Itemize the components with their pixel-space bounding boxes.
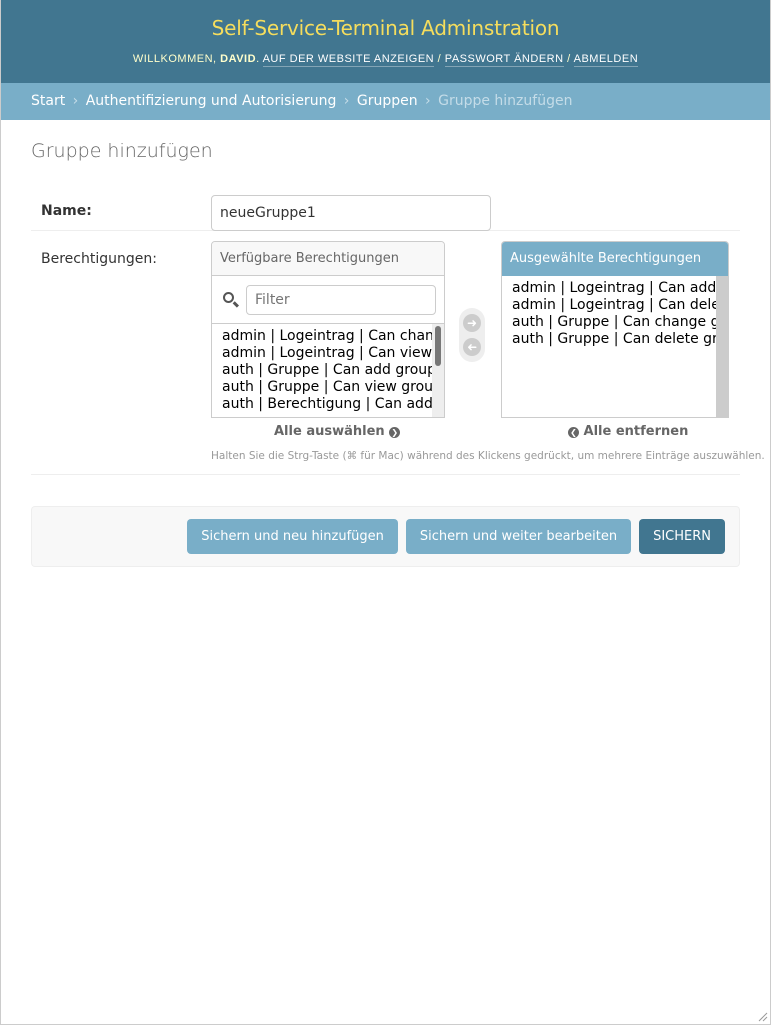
available-permissions-title: Verfügbare Berechtigungen xyxy=(212,242,444,276)
chosen-permissions-list[interactable]: admin | Logeintrag | Can add log entry a… xyxy=(502,276,728,417)
list-item[interactable]: auth | Gruppe | Can view group xyxy=(222,379,442,396)
resize-grip-icon[interactable] xyxy=(756,1010,768,1022)
breadcrumb-separator: › xyxy=(425,93,431,109)
list-item[interactable]: auth | Gruppe | Can add group xyxy=(222,362,436,379)
breadcrumb-auth[interactable]: Authentifizierung und Autorisierung xyxy=(86,93,337,109)
available-scrollbar[interactable] xyxy=(432,324,444,417)
permissions-label: Berechtigungen: xyxy=(41,251,157,267)
separator: / xyxy=(567,53,571,65)
breadcrumb-separator: › xyxy=(343,93,350,109)
change-password-link[interactable]: Passwort ändern xyxy=(444,53,564,67)
breadcrumb-current: Gruppe hinzufügen xyxy=(438,93,573,109)
chosen-scrollbar[interactable] xyxy=(716,276,728,417)
content: Gruppe hinzufügen Name: Berechtigungen: … xyxy=(1,120,770,567)
list-item[interactable]: admin | Logeintrag | Can add log entry xyxy=(512,280,728,297)
site-name: Self-Service-Terminal Adminstration xyxy=(211,16,560,40)
breadcrumb-separator: › xyxy=(72,93,79,109)
available-permissions-list[interactable]: admin | Logeintrag | Can change log entr… xyxy=(212,324,444,417)
separator: / xyxy=(437,53,442,65)
list-item[interactable]: admin | Logeintrag | Can delete log entr… xyxy=(512,297,728,314)
user-tools: Willkommen, David. Auf der Website anzei… xyxy=(132,53,639,67)
save-and-add-button[interactable]: Sichern und neu hinzufügen xyxy=(187,519,398,554)
save-button[interactable]: Sichern xyxy=(639,519,725,554)
remove-all-label: Alle entfernen xyxy=(583,424,689,439)
list-item[interactable]: admin | Logeintrag | Can change log entr… xyxy=(222,328,444,345)
chosen-permissions-title: Ausgewählte Berechtigungen xyxy=(502,242,728,276)
permissions-row: Berechtigungen: Verfügbare Berechtigunge… xyxy=(31,231,765,475)
search-icon xyxy=(220,289,240,311)
add-arrow-icon[interactable]: ➜ xyxy=(463,314,481,332)
header: Self-Service-Terminal Adminstration Will… xyxy=(1,0,770,83)
chosen-permissions-box: Ausgewählte Berechtigungen admin | Logei… xyxy=(501,241,729,418)
help-text: Halten Sie die Strg-Taste (⌘ für Mac) wä… xyxy=(211,450,765,462)
logout-link[interactable]: Abmelden xyxy=(573,53,639,67)
list-item[interactable]: auth | Gruppe | Can change group xyxy=(512,314,728,331)
list-item[interactable]: admin | Logeintrag | Can view log entry xyxy=(222,345,444,362)
arrow-right-circle-icon: ❯ xyxy=(389,427,401,438)
name-input[interactable] xyxy=(211,195,491,231)
available-permissions-box: Verfügbare Berechtigungen admin | Logein… xyxy=(211,241,445,418)
breadcrumb-start[interactable]: Start xyxy=(31,93,65,109)
view-site-link[interactable]: Auf der Website anzeigen xyxy=(262,53,435,67)
breadcrumb: Start › Authentifizierung und Autorisier… xyxy=(1,83,770,120)
name-label: Name: xyxy=(41,203,92,219)
breadcrumb-groups[interactable]: Gruppen xyxy=(357,93,418,109)
remove-all-link[interactable]: ❮ Alle entfernen xyxy=(568,424,688,439)
choose-all-label: Alle auswählen xyxy=(274,424,385,439)
welcome-text: Willkommen, xyxy=(132,53,217,65)
permissions-selector: Verfügbare Berechtigungen admin | Logein… xyxy=(211,241,765,462)
scrollbar-thumb[interactable] xyxy=(435,326,441,366)
arrow-left-circle-icon: ❮ xyxy=(568,427,579,438)
list-item[interactable]: auth | Berechtigung | Can add permission xyxy=(222,396,444,413)
choose-all-link[interactable]: Alle auswählen ❯ xyxy=(274,424,401,439)
user-name: David xyxy=(220,53,257,65)
submit-row: Sichern und neu hinzufügen Sichern und w… xyxy=(31,506,740,567)
filter-row xyxy=(212,276,444,324)
filter-input[interactable] xyxy=(246,284,436,315)
list-item[interactable]: auth | Gruppe | Can delete group xyxy=(512,331,728,348)
remove-arrow-icon[interactable]: ➜ xyxy=(463,338,481,356)
name-row: Name: xyxy=(31,184,740,231)
page-title: Gruppe hinzufügen xyxy=(31,140,213,162)
chooser-arrows: ➜ ➜ xyxy=(459,308,485,362)
save-and-continue-button[interactable]: Sichern und weiter bearbeiten xyxy=(405,519,632,554)
